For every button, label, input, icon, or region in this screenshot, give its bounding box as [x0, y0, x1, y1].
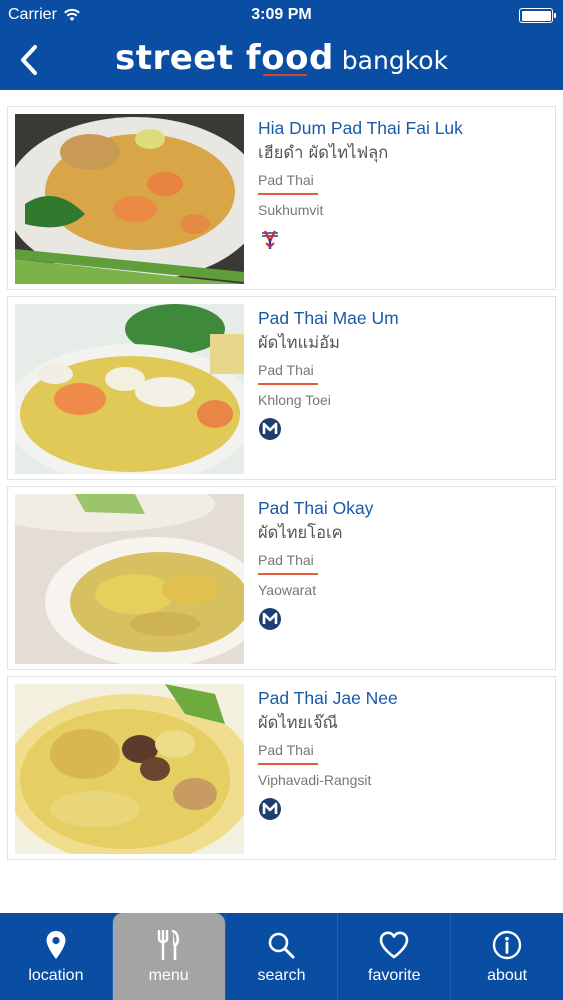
restaurant-thai-name: ผัดไทยโอเค: [258, 523, 343, 542]
tab-label: search: [257, 967, 306, 984]
navigation-bar: street food bangkok: [0, 30, 563, 90]
restaurant-thai-name: เฮียดำ ผัดไทไฟลุก: [258, 143, 389, 162]
tab-label: location: [28, 967, 84, 984]
tab-location[interactable]: location: [0, 913, 112, 1000]
fork-knife-icon: [157, 930, 179, 960]
search-icon: [269, 932, 295, 959]
restaurant-info: Pad Thai Jae Nee ผัดไทยเจ๊ณี Pad Thai Vi…: [258, 687, 547, 826]
restaurant-name: Hia Dum Pad Thai Fai Luk: [258, 118, 463, 138]
restaurant-thai-name: ผัดไทยเจ๊ณี: [258, 713, 338, 732]
restaurant-name: Pad Thai Jae Nee: [258, 688, 398, 708]
info-icon: [492, 930, 522, 960]
restaurant-info: Pad Thai Okay ผัดไทยโอเค Pad Thai Yaowar…: [258, 497, 547, 636]
restaurant-card[interactable]: Hia Dum Pad Thai Fai Luk เฮียดำ ผัดไทไฟล…: [7, 106, 556, 290]
restaurant-category: Pad Thai: [258, 171, 318, 195]
restaurant-photo: [15, 684, 244, 854]
restaurant-list: Hia Dum Pad Thai Fai Luk เฮียดำ ผัดไทไฟล…: [7, 106, 556, 866]
tab-label: menu: [148, 967, 189, 984]
app-logo: street food bangkok: [0, 38, 563, 78]
tab-bar: location menu search favorite about: [0, 913, 563, 1000]
restaurant-thai-name: ผัดไทแม่อัม: [258, 333, 340, 352]
restaurant-photo: [15, 494, 244, 664]
heart-icon: [379, 931, 409, 959]
restaurant-card[interactable]: Pad Thai Mae Um ผัดไทแม่อัม Pad Thai Khl…: [7, 296, 556, 480]
tab-menu[interactable]: menu: [111, 913, 225, 1000]
restaurant-area: Yaowarat: [258, 582, 317, 598]
mrt-icon: [259, 418, 281, 440]
restaurant-category: Pad Thai: [258, 551, 318, 575]
tab-favorite[interactable]: favorite: [337, 913, 450, 1000]
restaurant-info: Hia Dum Pad Thai Fai Luk เฮียดำ ผัดไทไฟล…: [258, 117, 547, 256]
status-bar: Carrier 3:09 PM: [0, 0, 563, 30]
logo-street-food: street food: [114, 38, 334, 78]
restaurant-card[interactable]: Pad Thai Jae Nee ผัดไทยเจ๊ณี Pad Thai Vi…: [7, 676, 556, 860]
restaurant-category: Pad Thai: [258, 361, 318, 385]
restaurant-name: Pad Thai Mae Um: [258, 308, 399, 328]
restaurant-area: Khlong Toei: [258, 392, 331, 408]
location-pin-icon: [46, 931, 66, 959]
restaurant-area: Viphavadi-Rangsit: [258, 772, 372, 788]
logo-bangkok: bangkok: [341, 46, 449, 75]
status-time: 3:09 PM: [251, 6, 312, 23]
tab-about[interactable]: about: [450, 913, 563, 1000]
tab-label: favorite: [368, 967, 421, 984]
restaurant-photo: [15, 304, 244, 474]
mrt-icon: [259, 608, 281, 630]
restaurant-photo: [15, 114, 244, 284]
restaurant-info: Pad Thai Mae Um ผัดไทแม่อัม Pad Thai Khl…: [258, 307, 547, 446]
tab-label: about: [487, 967, 528, 984]
tab-search[interactable]: search: [224, 913, 338, 1000]
bts-icon: [261, 230, 279, 249]
restaurant-name: Pad Thai Okay: [258, 498, 374, 518]
restaurant-area: Sukhumvit: [258, 202, 324, 218]
mrt-icon: [259, 798, 281, 820]
battery-icon: [519, 8, 556, 23]
restaurant-card[interactable]: Pad Thai Okay ผัดไทยโอเค Pad Thai Yaowar…: [7, 486, 556, 670]
restaurant-category: Pad Thai: [258, 741, 318, 765]
